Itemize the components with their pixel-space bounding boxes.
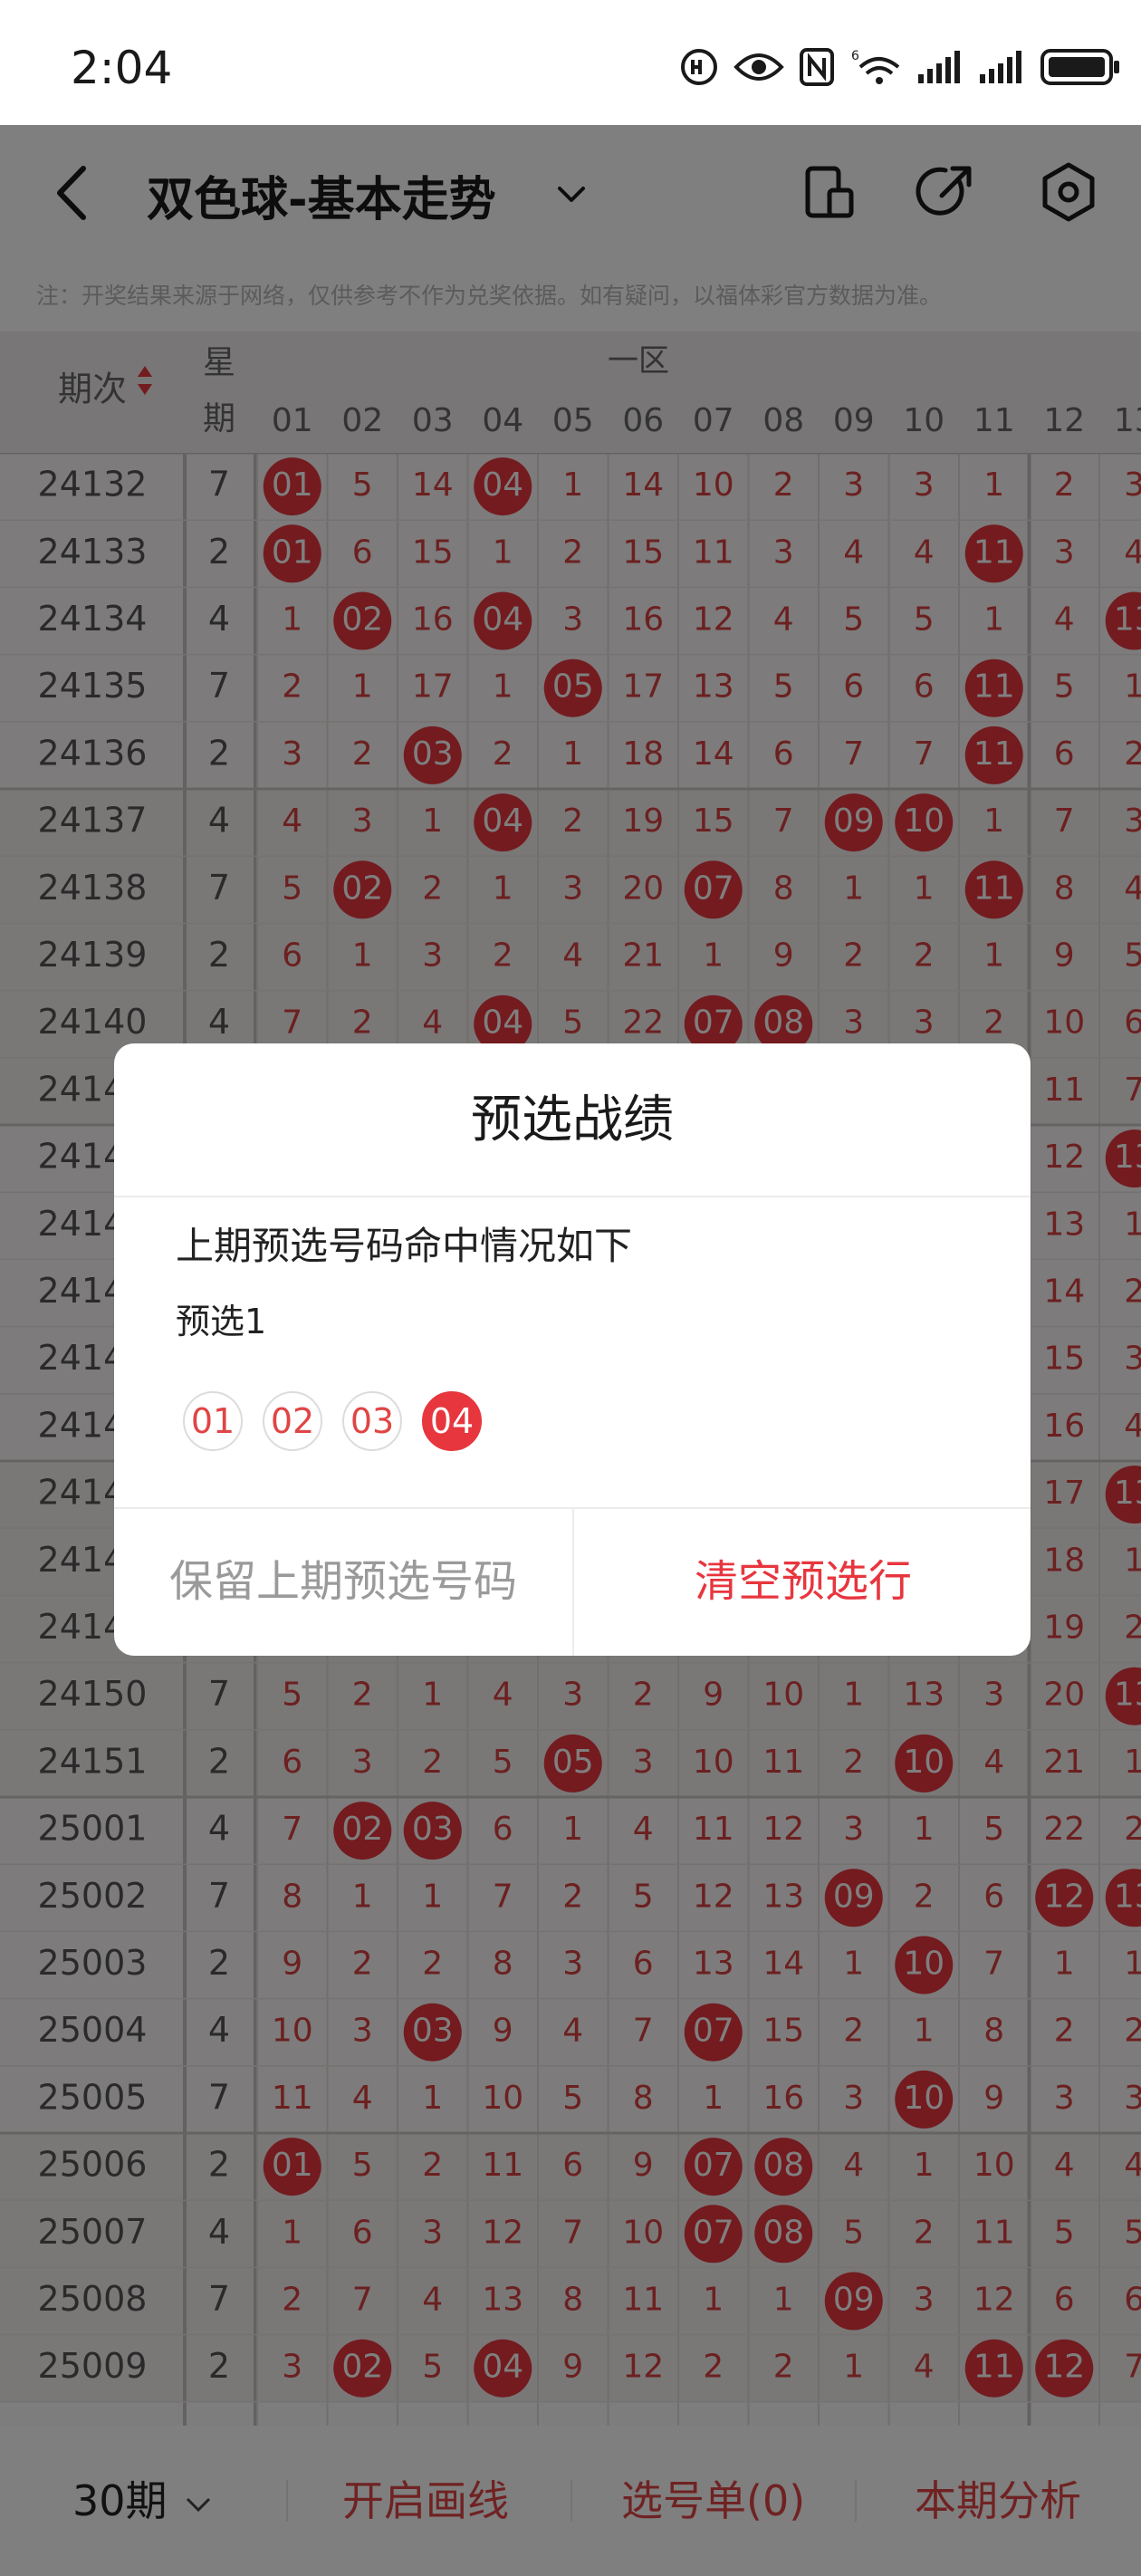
preselect-record-dialog: 预选战绩 上期预选号码命中情况如下 预选1 01 02 03 04 保留上期预选…	[114, 1043, 1031, 1656]
preselect-ball: 02	[263, 1391, 322, 1451]
dialog-divider	[114, 1196, 1031, 1197]
status-time: 2:04	[71, 42, 173, 94]
preselect-label: 预选1	[176, 1302, 267, 1341]
dialog-title: 预选战绩	[471, 1091, 674, 1149]
eye-icon	[734, 53, 784, 81]
nfc-icon	[800, 48, 834, 86]
preselect-balls: 01 02 03 04	[183, 1391, 482, 1451]
svg-text:6: 6	[851, 49, 859, 63]
preselect-ball: 01	[183, 1391, 243, 1451]
status-icons: 6	[679, 47, 1121, 87]
status-bar: 2:04 6	[0, 0, 1141, 125]
clear-preselect-button[interactable]: 清空预选行	[574, 1507, 1031, 1656]
keep-preselect-button[interactable]: 保留上期预选号码	[114, 1507, 572, 1656]
wifi-icon: 6	[851, 49, 900, 84]
preselect-ball: 03	[342, 1391, 402, 1451]
battery-icon	[1040, 49, 1119, 85]
hd-icon	[681, 49, 717, 85]
signal-icon-2	[980, 51, 1021, 83]
dialog-description: 上期预选号码命中情况如下	[176, 1224, 633, 1268]
preselect-ball-hit: 04	[422, 1391, 482, 1451]
signal-icon	[918, 51, 960, 83]
